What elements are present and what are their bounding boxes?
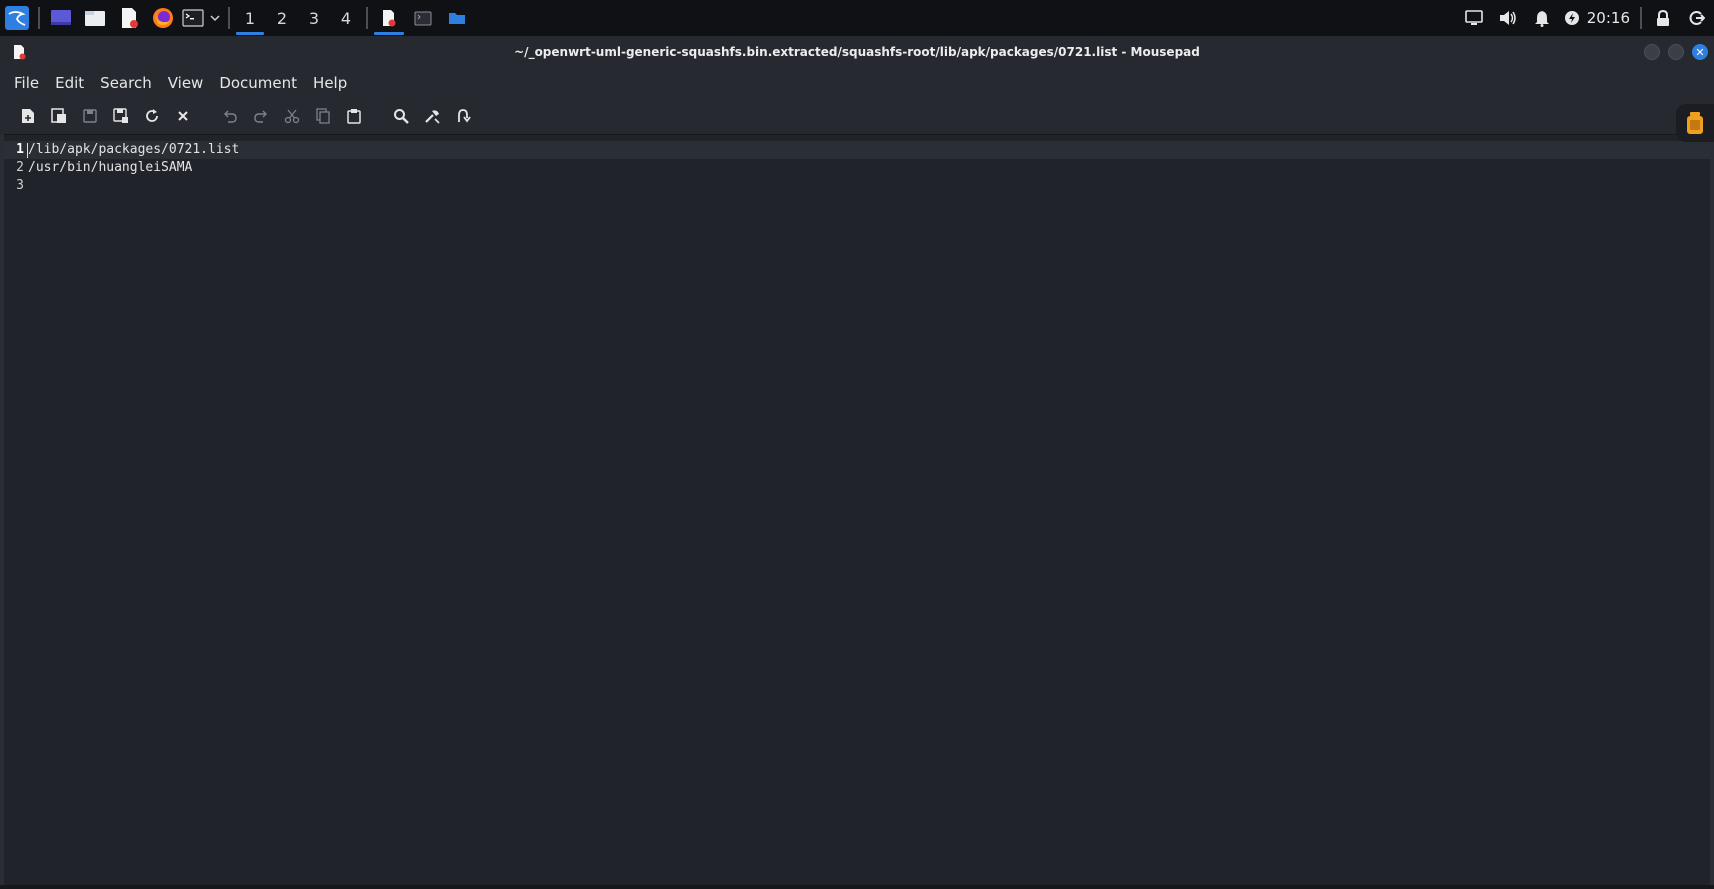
window-bottom-border: [0, 885, 1714, 889]
close-button[interactable]: ✕: [1692, 44, 1708, 60]
reload-icon[interactable]: [136, 101, 167, 131]
workspace-label: 4: [340, 8, 352, 28]
redo-icon[interactable]: [245, 101, 276, 131]
editor-lines: 1 /lib/apk/packages/0721.list 2 /usr/bin…: [4, 141, 239, 195]
workspace-2[interactable]: 2: [266, 0, 298, 36]
save-icon[interactable]: [74, 101, 105, 131]
editor-line[interactable]: 2 /usr/bin/huangleiSAMA: [4, 159, 239, 177]
line-text: [26, 177, 28, 195]
close-icon: ✕: [1695, 45, 1705, 59]
kali-menu-icon[interactable]: [0, 0, 34, 36]
current-line-highlight: [4, 141, 1710, 159]
text-editor-icon[interactable]: [112, 0, 146, 36]
chevron-down-icon[interactable]: [206, 0, 224, 36]
line-number: 2: [16, 160, 24, 175]
menu-search[interactable]: Search: [92, 74, 160, 92]
lock-screen-icon[interactable]: [1646, 0, 1680, 36]
terminal-icon[interactable]: [180, 0, 206, 36]
find-icon[interactable]: [385, 101, 416, 131]
new-window-icon[interactable]: [43, 101, 74, 131]
clipboard-widget[interactable]: [1676, 104, 1714, 142]
line-number: 3: [16, 178, 24, 193]
text-cursor: [27, 143, 28, 158]
maximize-button[interactable]: [1668, 44, 1684, 60]
logout-icon[interactable]: [1680, 0, 1714, 36]
menu-bar: File Edit Search View Document Help: [0, 68, 1714, 98]
workspace-3[interactable]: 3: [298, 0, 330, 36]
file-manager-icon[interactable]: [78, 0, 112, 36]
menu-view[interactable]: View: [160, 74, 212, 92]
mousepad-window: ~/_openwrt-uml-generic-squashfs.bin.extr…: [0, 36, 1714, 889]
go-to-line-icon[interactable]: [447, 101, 478, 131]
task-terminal[interactable]: [406, 0, 440, 36]
workspace-label: 3: [308, 8, 320, 28]
text-editor-area[interactable]: 1 /lib/apk/packages/0721.list 2 /usr/bin…: [4, 134, 1710, 885]
line-text: /lib/apk/packages/0721.list: [26, 141, 239, 159]
display-icon[interactable]: [1457, 0, 1491, 36]
line-text: /usr/bin/huangleiSAMA: [28, 160, 193, 175]
minimize-button[interactable]: [1644, 44, 1660, 60]
menu-help[interactable]: Help: [305, 74, 355, 92]
undo-icon[interactable]: [214, 101, 245, 131]
panel-launchers: 1 2 3 4: [0, 0, 474, 36]
find-replace-icon[interactable]: [416, 101, 447, 131]
panel-separator: [366, 7, 368, 29]
paste-icon[interactable]: [338, 101, 369, 131]
editor-line[interactable]: 3: [4, 177, 239, 195]
copy-icon[interactable]: [307, 101, 338, 131]
editor-line[interactable]: 1 /lib/apk/packages/0721.list: [4, 141, 239, 159]
power-manager-icon[interactable]: [1559, 0, 1585, 36]
workspace-label: 1: [244, 8, 256, 28]
volume-icon[interactable]: [1491, 0, 1525, 36]
task-mousepad[interactable]: [372, 0, 406, 36]
system-tray: 20:16: [1457, 0, 1714, 36]
line-number: 1: [16, 142, 24, 157]
workspace-1[interactable]: 1: [234, 0, 266, 36]
toolbar: [0, 98, 1714, 134]
line-content: /lib/apk/packages/0721.list: [28, 142, 240, 157]
top-panel: 1 2 3 4 20:16: [0, 0, 1714, 36]
panel-separator: [38, 7, 40, 29]
workspace-4[interactable]: 4: [330, 0, 362, 36]
window-title: ~/_openwrt-uml-generic-squashfs.bin.extr…: [514, 45, 1200, 59]
title-bar[interactable]: ~/_openwrt-uml-generic-squashfs.bin.extr…: [0, 36, 1714, 68]
new-document-icon[interactable]: [12, 101, 43, 131]
menu-document[interactable]: Document: [211, 74, 305, 92]
firefox-icon[interactable]: [146, 0, 180, 36]
menu-file[interactable]: File: [6, 74, 47, 92]
save-as-icon[interactable]: [105, 101, 136, 131]
panel-separator: [1640, 7, 1642, 29]
mousepad-app-icon: [12, 44, 26, 64]
show-desktop-icon[interactable]: [44, 0, 78, 36]
close-tab-icon[interactable]: [167, 101, 198, 131]
workspace-label: 2: [276, 8, 288, 28]
panel-separator: [228, 7, 230, 29]
menu-edit[interactable]: Edit: [47, 74, 92, 92]
task-file-manager[interactable]: [440, 0, 474, 36]
notifications-bell-icon[interactable]: [1525, 0, 1559, 36]
jar-icon: [1687, 112, 1703, 134]
cut-icon[interactable]: [276, 101, 307, 131]
window-controls: ✕: [1644, 44, 1708, 60]
clock[interactable]: 20:16: [1585, 9, 1636, 27]
